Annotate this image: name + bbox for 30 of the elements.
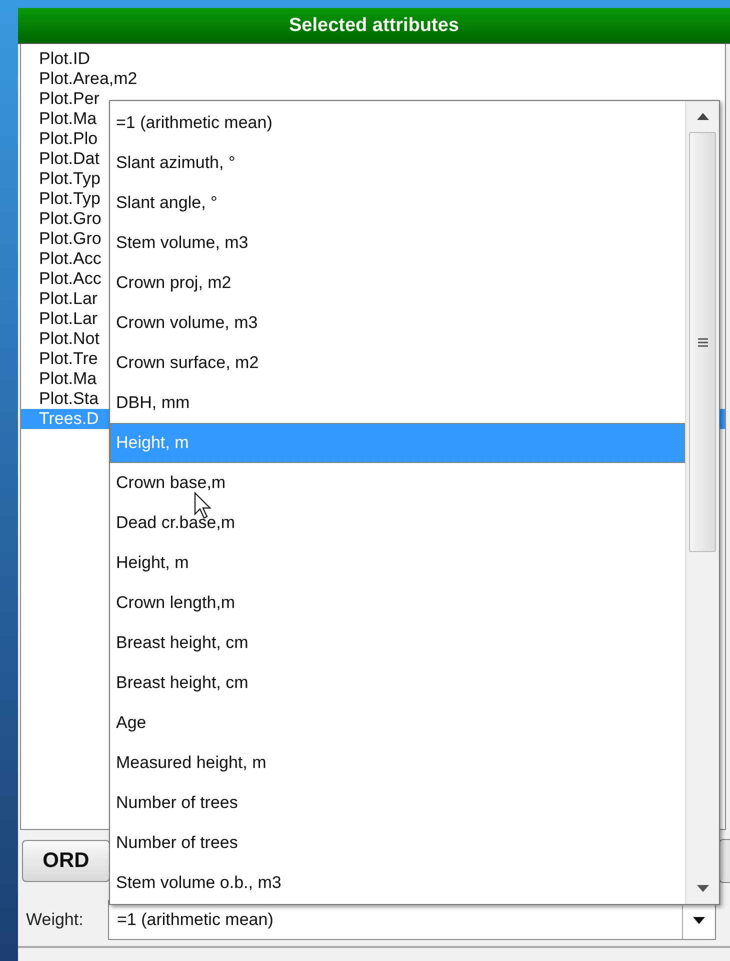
panel-title: Selected attributes bbox=[289, 14, 459, 36]
dropdown-option[interactable]: Crown proj, m2 bbox=[110, 263, 685, 303]
dropdown-option[interactable]: Number of trees bbox=[110, 783, 685, 823]
dropdown-option[interactable]: Breast height, cm bbox=[110, 663, 685, 703]
list-item[interactable]: Plot.Area,m2 bbox=[21, 69, 725, 89]
dropdown-option[interactable]: Stem volume, m3 bbox=[110, 223, 685, 263]
dropdown-option[interactable]: Stem volume o.b., m3 bbox=[110, 863, 685, 903]
dropdown-arrow-icon bbox=[693, 916, 705, 924]
dropdown-option[interactable]: Dead cr.base,m bbox=[110, 503, 685, 543]
dropdown-option[interactable]: Crown surface, m2 bbox=[110, 343, 685, 383]
dropdown-option[interactable]: Slant angle, ° bbox=[110, 183, 685, 223]
dropdown-option[interactable]: =1 (arithmetic mean) bbox=[110, 103, 685, 143]
scroll-thumb[interactable] bbox=[689, 132, 716, 552]
scroll-down-icon[interactable] bbox=[696, 885, 708, 892]
dropdown-option[interactable]: DBH, mm bbox=[110, 383, 685, 423]
scroll-up-icon[interactable] bbox=[696, 113, 708, 120]
dropdown-option[interactable]: Breast height, cm bbox=[110, 623, 685, 663]
weight-label: Weight: bbox=[26, 910, 84, 930]
dropdown-option[interactable]: Number of trees bbox=[110, 823, 685, 863]
list-item[interactable]: Plot.ID bbox=[21, 49, 725, 69]
ord-button[interactable]: ORD bbox=[22, 840, 110, 882]
dropdown-option[interactable]: Height, m bbox=[110, 543, 685, 583]
scrollbar[interactable] bbox=[685, 101, 719, 904]
button[interactable] bbox=[719, 839, 730, 883]
dropdown-option[interactable]: Crown base,m bbox=[110, 463, 685, 503]
dropdown-option[interactable]: Slant azimuth, ° bbox=[110, 143, 685, 183]
dropdown-option[interactable]: Crown volume, m3 bbox=[110, 303, 685, 343]
dropdown-option[interactable]: Measured height, m bbox=[110, 743, 685, 783]
dropdown-option[interactable]: Age bbox=[110, 703, 685, 743]
dropdown-option[interactable]: Crown length,m bbox=[110, 583, 685, 623]
